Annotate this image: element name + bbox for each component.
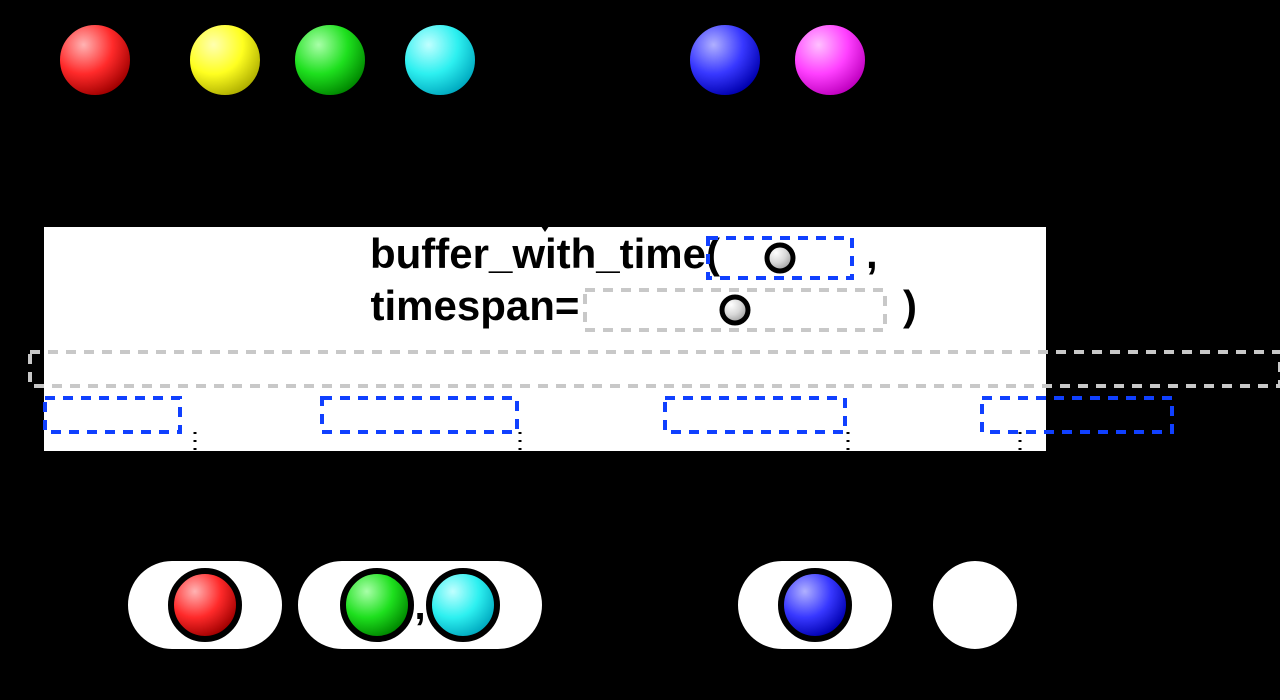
timeline-arrowhead [1200,587,1240,623]
marble-yellow [187,22,263,98]
timeline-arrowhead [1200,42,1240,78]
marble-cyan [402,22,478,98]
marble-green [292,22,368,98]
marble-red [57,22,133,98]
marble-green [343,571,411,639]
output-buffer [125,558,285,652]
marble-blue [781,571,849,639]
marble-red [171,571,239,639]
timespan-label: timespan= [371,282,580,329]
output-buffer [735,558,895,652]
marble-cyan [429,571,497,639]
marble-magenta [792,22,868,98]
output-buffer: , [295,558,545,652]
group-separator: , [414,584,425,628]
output-buffer [930,558,1020,652]
marble-gray [767,245,793,271]
operator-param-line: timespan= [371,282,580,329]
marble-gray [722,297,748,323]
marble-diagram: buffer_with_time( ,timespan=), [0,0,1280,700]
marble-blue [687,22,763,98]
svg-text:): ) [903,282,917,329]
operator-name: buffer_with_time [370,230,706,277]
